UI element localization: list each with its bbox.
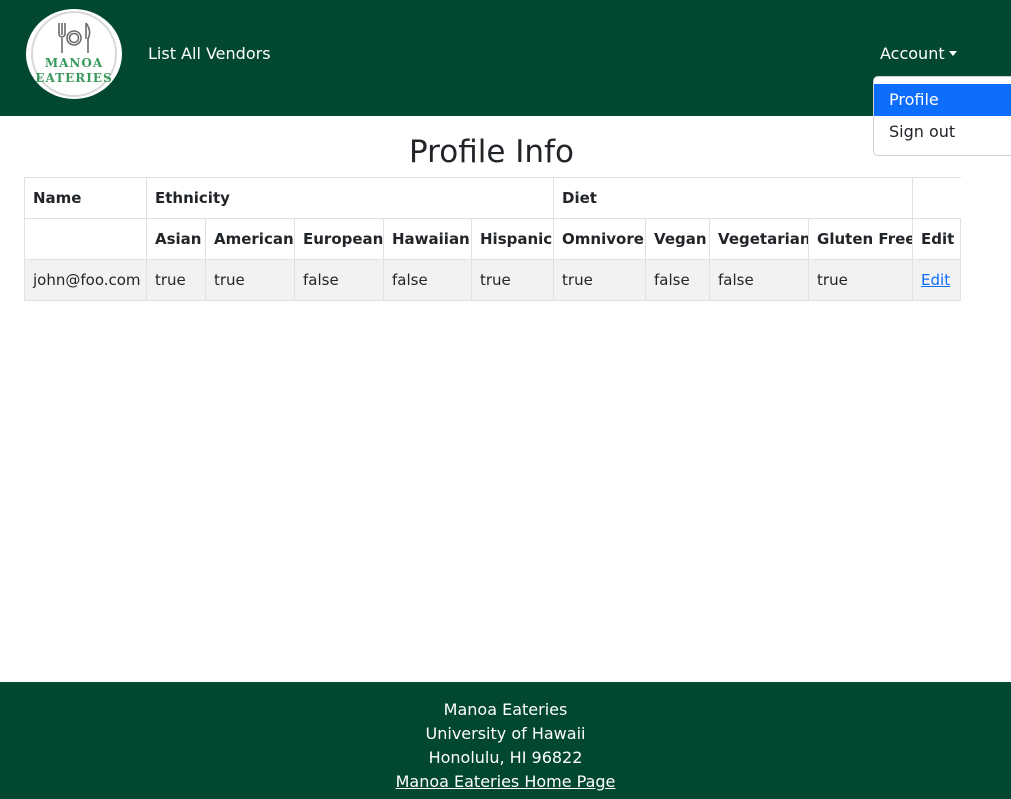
account-dropdown-toggle[interactable]: Account — [880, 44, 957, 64]
column-header-hawaiian: Hawaiian — [383, 218, 472, 260]
table-group-header-row: Name Ethnicity Diet — [24, 177, 961, 219]
cell-vegetarian: false — [709, 259, 810, 301]
menu-item-profile[interactable]: Profile — [874, 84, 1011, 116]
column-header-american: American — [205, 218, 295, 260]
knife-icon — [85, 22, 91, 53]
account-dropdown-menu: Profile Sign out — [873, 76, 1011, 156]
cell-asian: true — [146, 259, 206, 301]
page: MANOA EATERIES List All Vendors Account … — [0, 0, 1011, 799]
header-ethnicity: Ethnicity — [145, 177, 555, 219]
column-header-vegetarian: Vegetarian — [709, 218, 810, 260]
logo-graphic: MANOA EATERIES — [31, 11, 117, 97]
cell-hispanic: true — [470, 259, 555, 301]
header-empty — [912, 177, 961, 219]
manoa-eateries-logo[interactable]: MANOA EATERIES — [26, 9, 122, 99]
navbar: MANOA EATERIES List All Vendors Account — [0, 0, 1011, 116]
column-header-edit: Edit — [912, 218, 962, 260]
table-row: john@foo.com true true false false true … — [24, 259, 962, 301]
cell-european: false — [294, 259, 384, 301]
cell-gluten-free: true — [808, 259, 914, 301]
table-column-header-row: Asian American European Hawaiian Hispani… — [24, 218, 962, 260]
cell-hawaiian: false — [383, 259, 472, 301]
footer-home-page-link[interactable]: Manoa Eateries Home Page — [396, 772, 616, 791]
fork-icon — [58, 23, 66, 53]
account-label: Account — [880, 44, 945, 63]
column-header-european: European — [294, 218, 384, 260]
footer-line-address: Honolulu, HI 96822 — [428, 748, 583, 767]
cell-american: true — [205, 259, 295, 301]
footer-line-name: Manoa Eateries — [443, 700, 568, 719]
column-header-vegan: Vegan — [645, 218, 711, 260]
logo-text-line1: MANOA — [45, 56, 103, 70]
column-header-hispanic: Hispanic — [470, 218, 555, 260]
caret-down-icon — [948, 51, 957, 56]
cell-vegan: false — [645, 259, 711, 301]
cell-omnivore: true — [553, 259, 647, 301]
footer: Manoa Eateries University of Hawaii Hono… — [0, 682, 1011, 799]
column-header-asian: Asian — [146, 218, 206, 260]
column-header-gluten-free: Gluten Free — [808, 218, 914, 260]
cell-name: john@foo.com — [24, 259, 147, 301]
profile-table: Name Ethnicity Diet Asian American Europ… — [24, 177, 962, 301]
cell-edit: Edit — [912, 259, 962, 301]
header-diet: Diet — [553, 177, 914, 219]
edit-link[interactable]: Edit — [921, 271, 950, 289]
plate-icon — [66, 30, 82, 46]
header-name-spacer — [24, 218, 147, 260]
logo-text-line2: EATERIES — [35, 71, 112, 85]
header-name: Name — [24, 177, 147, 219]
page-title: Profile Info — [409, 134, 574, 170]
column-header-omnivore: Omnivore — [553, 218, 647, 260]
nav-list-all-vendors[interactable]: List All Vendors — [148, 44, 271, 64]
footer-line-university: University of Hawaii — [425, 724, 586, 743]
menu-item-sign-out[interactable]: Sign out — [874, 116, 1011, 148]
